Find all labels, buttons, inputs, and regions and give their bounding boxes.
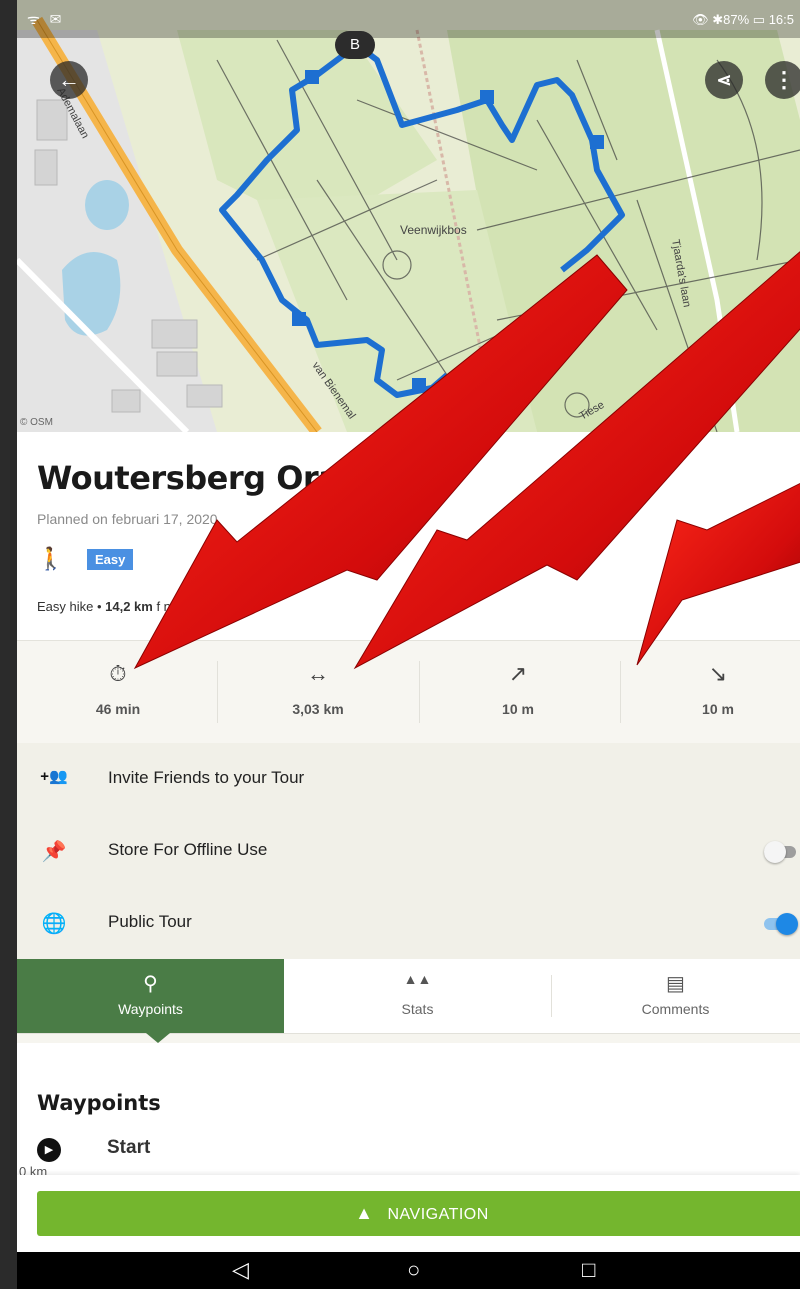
waypoint-start-label[interactable]: Start (107, 1137, 150, 1159)
stat-duration: ⏱ 46 min (17, 641, 219, 744)
globe-icon: 🌐 (41, 913, 67, 935)
back-button[interactable]: ← (50, 61, 88, 99)
stat-distance: ↔ 3,03 km (217, 641, 419, 744)
share-button[interactable]: ⋖ (705, 61, 743, 99)
route-end-marker-label: B (349, 36, 360, 53)
tour-summary: Easy hike • 14,2 km f n • (37, 599, 179, 614)
summary-prefix: Easy hike • (37, 599, 106, 614)
public-tour-label: Public Tour (108, 912, 192, 931)
tab-comments[interactable]: ▤ Comments (551, 959, 800, 1033)
status-bar: ᯤ ✉ 👁 ✱87% ▭ 16:5 (17, 0, 800, 38)
navigation-button[interactable]: ▲ NAVIGATION (37, 1191, 800, 1236)
offline-toggle-knob (764, 841, 786, 863)
comment-icon: ▤ (666, 973, 685, 995)
stat-ascent-value: 10 m (502, 701, 534, 717)
app-screen: Veenwijkbos Ademalaan Tjaarda's laan van… (17, 0, 800, 1289)
stats-bar: ⏱ 46 min ↔ 3,03 km ↗ 10 m ↘ 10 m (17, 640, 800, 745)
planned-date: Planned on februari 17, 2020 (37, 511, 218, 527)
descent-icon: ↘ (708, 661, 728, 686)
mountain-icon: ▲▲ (403, 971, 432, 987)
stat-duration-value: 46 min (95, 701, 141, 717)
tour-map[interactable]: Veenwijkbos Ademalaan Tjaarda's laan van… (17, 0, 800, 432)
invite-friends-row[interactable]: +👥 Invite Friends to your Tour (17, 743, 800, 816)
stat-ascent: ↗ 10 m (417, 641, 619, 744)
map-credit: © OSM (20, 417, 53, 428)
stat-descent-value: 10 m (702, 701, 734, 717)
system-back-button[interactable]: ◁ (232, 1257, 249, 1283)
system-navigation-bar: ◁ ○ □ (17, 1252, 800, 1289)
route-end-marker[interactable]: B (335, 31, 375, 59)
offline-toggle[interactable] (764, 841, 798, 863)
waypoints-section: Waypoints ▶ Start 0 km (17, 1043, 800, 1183)
navigation-arrow-icon: ▲ (355, 1203, 374, 1223)
svg-text:Veenwijkbos: Veenwijkbos (400, 223, 467, 237)
distance-icon: ↔ (307, 661, 329, 686)
add-group-icon: +👥 (40, 768, 68, 785)
more-options-button[interactable]: ⋮ (765, 61, 800, 99)
offline-row[interactable]: 📌 Store For Offline Use (17, 815, 800, 888)
ascent-icon: ↗ (508, 661, 528, 686)
status-left-icons: ᯤ ✉ (27, 11, 65, 27)
tour-info: Woutersberg Oranj ad Planned on februari… (17, 432, 800, 640)
system-recents-button[interactable]: □ (582, 1257, 595, 1283)
navigation-label: NAVIGATION (387, 1206, 489, 1223)
arrow-left-icon: ← (58, 67, 80, 92)
tab-bar: ⚲ Waypoints ▲▲ Stats ▤ Comments (17, 959, 800, 1034)
invite-friends-label: Invite Friends to your Tour (108, 768, 305, 787)
navigation-area: ▲ NAVIGATION (17, 1175, 800, 1252)
offline-label: Store For Offline Use (108, 840, 268, 859)
tab-stats-label: Stats (401, 1001, 434, 1017)
share-icon: ⋖ (716, 70, 732, 90)
system-home-button[interactable]: ○ (407, 1257, 420, 1283)
pin-icon: 📌 (41, 841, 67, 863)
status-right-text: 👁 ✱87% ▭ 16:5 (692, 12, 794, 27)
public-toggle-knob (776, 913, 798, 935)
hiker-icon: 🚶 (37, 546, 65, 571)
map-canvas: Veenwijkbos Ademalaan Tjaarda's laan van… (17, 0, 800, 432)
tab-comments-label: Comments (641, 1001, 710, 1017)
active-tab-pointer (146, 1033, 170, 1043)
stat-descent: ↘ 10 m (617, 641, 800, 744)
waypoint-pin-icon: ⚲ (143, 973, 158, 995)
stopwatch-icon: ⏱ (109, 661, 127, 686)
more-vertical-icon: ⋮ (773, 67, 795, 92)
tour-title: Woutersberg Oranj ad (37, 459, 427, 497)
public-tour-row[interactable]: 🌐 Public Tour (17, 887, 800, 960)
difficulty-badge: Easy (87, 549, 134, 570)
public-tour-toggle[interactable] (764, 913, 798, 935)
tab-waypoints-label: Waypoints (118, 1001, 183, 1017)
summary-suffix: f n • (152, 599, 180, 614)
summary-distance: 14,2 km (105, 599, 153, 614)
tab-stats[interactable]: ▲▲ Stats (284, 959, 551, 1033)
stat-distance-value: 3,03 km (292, 701, 344, 717)
waypoints-heading: Waypoints (37, 1091, 161, 1115)
tab-waypoints[interactable]: ⚲ Waypoints (17, 959, 284, 1033)
play-icon: ▶ (37, 1138, 61, 1162)
